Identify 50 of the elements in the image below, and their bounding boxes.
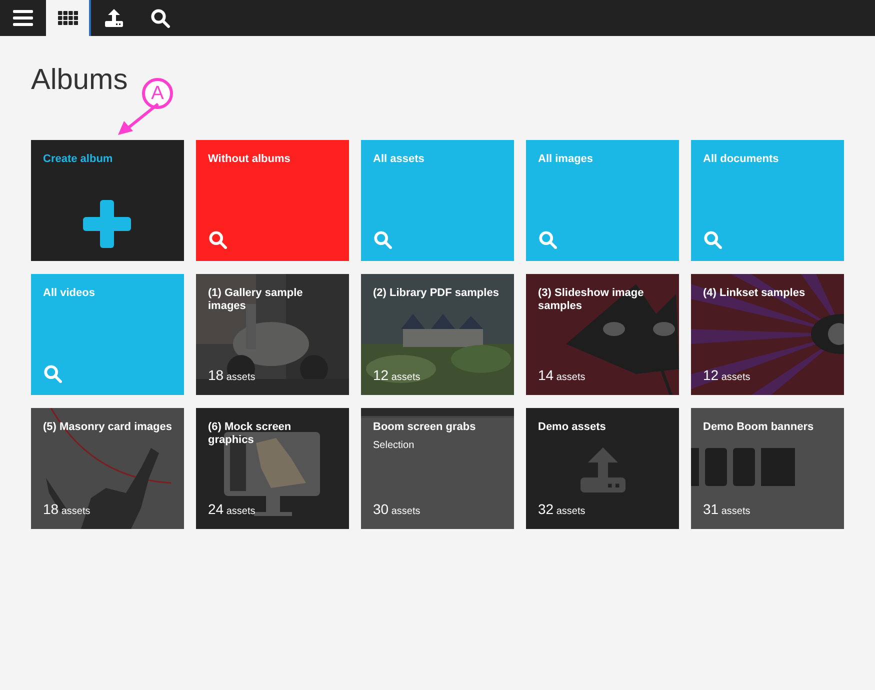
page-title: Albums [31,63,128,98]
plus-icon [83,200,131,248]
album-tile[interactable]: (6) Mock screen graphics 24 assets [196,408,349,529]
tile-title: Demo assets [538,421,607,434]
asset-count: 12 assets [703,367,750,383]
tile-title: All assets [373,153,426,166]
album-tile[interactable]: Demo Boom banners 31 assets [691,408,844,529]
tile-title: (2) Library PDF samples [373,287,500,300]
tile-title: (3) Slideshow image samples [538,287,645,313]
asset-count: 12 assets [373,367,420,383]
tile-title: (1) Gallery sample images [208,287,304,313]
upload-icon [104,8,124,28]
tile-subtitle: Selection [373,440,416,451]
album-tile[interactable]: (4) Linkset samples 12 assets [691,274,844,395]
search-tile[interactable]: Without albums [196,140,349,261]
asset-count: 31 assets [703,501,750,517]
search-icon [374,231,392,249]
asset-count: 30 assets [373,501,420,517]
album-tile[interactable]: (2) Library PDF samples 12 assets [361,274,514,395]
asset-count: 18 assets [43,501,90,517]
tile-title: All images [538,153,594,166]
album-tile[interactable]: (1) Gallery sample images 18 assets [196,274,349,395]
grid-button[interactable] [46,0,91,36]
search-icon [209,231,227,249]
search-icon [44,365,62,383]
annotation-label: A [142,78,173,109]
tile-title: All documents [703,153,780,166]
search-icon [150,8,170,28]
search-icon [539,231,557,249]
album-tile[interactable]: Boom screen grabs Selection 30 assets [361,408,514,529]
album-tile[interactable]: (3) Slideshow image samples 14 assets [526,274,679,395]
tile-title: Boom screen grabs [373,421,477,434]
asset-count: 14 assets [538,367,586,383]
create-album-tile[interactable]: Create album [31,140,184,261]
tile-title: Create album [43,153,114,166]
tile-title: (4) Linkset samples [703,287,806,300]
tile-title: Without albums [208,153,292,166]
tile-title: Demo Boom banners [703,421,815,434]
grid-icon [58,11,78,25]
album-tile[interactable]: (5) Masonry card images 18 assets [31,408,184,529]
album-tile[interactable]: Demo assets 32 assets [526,408,679,529]
asset-count: 18 assets [208,367,256,383]
annotation-arrow [118,102,160,136]
search-icon [704,231,722,249]
asset-count: 24 assets [208,501,256,517]
tile-title: (5) Masonry card images [43,421,172,434]
menu-icon [13,10,33,26]
tile-title: All videos [43,287,96,300]
asset-count: 32 assets [538,501,586,517]
tile-title: (6) Mock screen graphics [208,421,292,447]
